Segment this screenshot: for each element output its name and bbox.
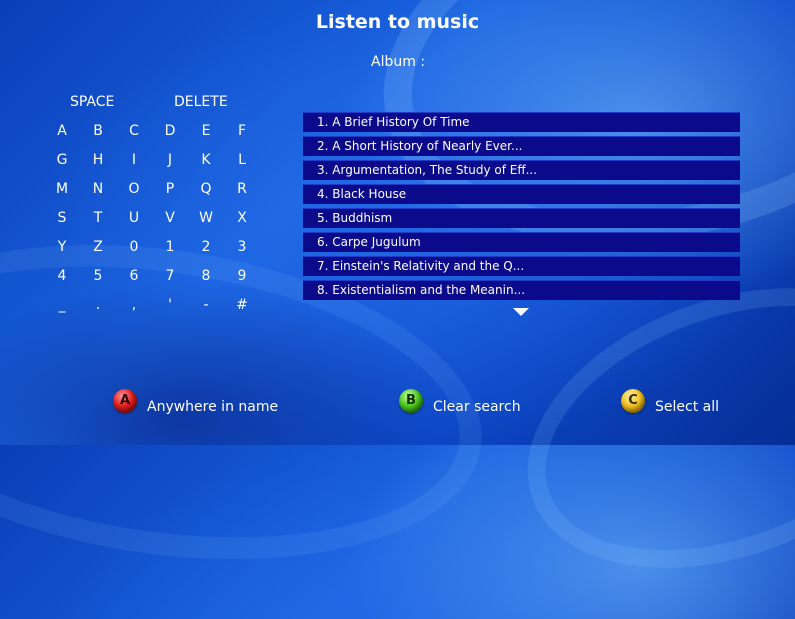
key[interactable]: V [155, 210, 185, 226]
key[interactable]: 1 [155, 239, 185, 255]
album-item[interactable]: 3. Argumentation, The Study of Eff... [303, 160, 740, 180]
key[interactable]: , [119, 297, 149, 313]
key[interactable]: . [83, 297, 113, 313]
key[interactable]: T [83, 210, 113, 226]
album-label: Album : [371, 54, 426, 70]
album-item[interactable]: 4. Black House [303, 184, 740, 204]
key[interactable]: N [83, 181, 113, 197]
album-item[interactable]: 7. Einstein's Relativity and the Q... [303, 256, 740, 276]
page-title: Listen to music [315, 11, 480, 33]
key[interactable]: I [119, 152, 149, 168]
delete-key[interactable]: DELETE [174, 94, 228, 110]
key[interactable]: B [83, 123, 113, 139]
key[interactable]: P [155, 181, 185, 197]
album-item[interactable]: 8. Existentialism and the Meanin... [303, 280, 740, 300]
key[interactable]: 5 [83, 268, 113, 284]
key[interactable]: - [191, 297, 221, 313]
key[interactable]: C [119, 123, 149, 139]
anywhere-in-name-label: Anywhere in name [147, 399, 279, 415]
key[interactable]: 8 [191, 268, 221, 284]
key[interactable]: _ [47, 297, 77, 313]
key[interactable]: U [119, 210, 149, 226]
album-item[interactable]: 2. A Short History of Nearly Ever... [303, 136, 740, 156]
yellow-c-button-icon: C [621, 389, 645, 413]
key[interactable]: R [227, 181, 257, 197]
key[interactable]: L [227, 152, 257, 168]
key[interactable]: O [119, 181, 149, 197]
clear-search-label: Clear search [433, 399, 521, 415]
key[interactable]: ' [155, 297, 185, 313]
key[interactable]: 2 [191, 239, 221, 255]
key[interactable]: 3 [227, 239, 257, 255]
green-b-button-icon: B [399, 389, 423, 413]
album-item[interactable]: 1. A Brief History Of Time [303, 112, 740, 132]
key[interactable]: H [83, 152, 113, 168]
key[interactable]: M [47, 181, 77, 197]
album-list: 1. A Brief History Of Time 2. A Short Hi… [303, 112, 740, 304]
select-all-label: Select all [655, 399, 719, 415]
key[interactable]: D [155, 123, 185, 139]
album-item[interactable]: 5. Buddhism [303, 208, 740, 228]
key[interactable]: 4 [47, 268, 77, 284]
key[interactable]: 9 [227, 268, 257, 284]
key[interactable]: Z [83, 239, 113, 255]
key[interactable]: 6 [119, 268, 149, 284]
key[interactable]: X [227, 210, 257, 226]
key[interactable]: W [191, 210, 221, 226]
key[interactable]: Q [191, 181, 221, 197]
key[interactable]: # [227, 297, 257, 313]
album-item[interactable]: 6. Carpe Jugulum [303, 232, 740, 252]
key[interactable]: A [47, 123, 77, 139]
key[interactable]: G [47, 152, 77, 168]
key[interactable]: F [227, 123, 257, 139]
chevron-down-icon[interactable] [513, 308, 529, 316]
key[interactable]: S [47, 210, 77, 226]
key[interactable]: Y [47, 239, 77, 255]
key[interactable]: 7 [155, 268, 185, 284]
key[interactable]: J [155, 152, 185, 168]
onscreen-keyboard: SPACE DELETE ABCDEF GHIJKL MNOPQR STUVWX YZ0… [44, 92, 264, 322]
key[interactable]: K [191, 152, 221, 168]
red-a-button-icon: A [113, 389, 137, 413]
key[interactable]: 0 [119, 239, 149, 255]
space-key[interactable]: SPACE [70, 94, 114, 110]
key[interactable]: E [191, 123, 221, 139]
